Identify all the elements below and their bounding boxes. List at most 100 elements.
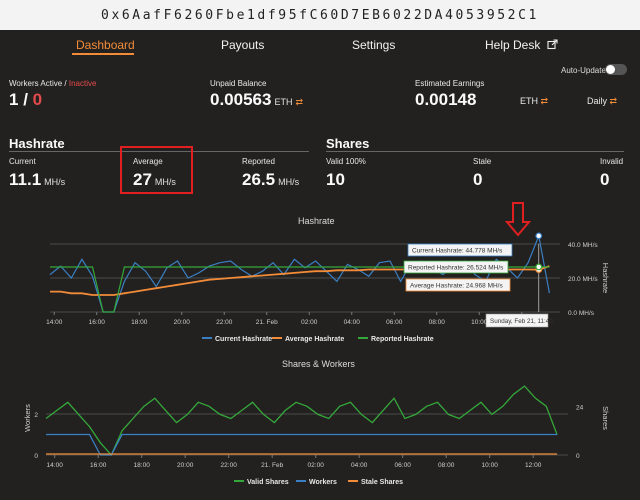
shares-y-tick: 0 xyxy=(576,453,580,460)
hashrate-y-tick: 20.0 MH/s xyxy=(568,276,598,283)
hashrate-legend-label: Reported Hashrate xyxy=(371,336,434,343)
main-nav: Dashboard Payouts Settings Help Desk xyxy=(0,34,640,56)
hashrate-tooltip-marker xyxy=(535,232,543,240)
shares-x-tick: 18:00 xyxy=(134,462,151,469)
shares-x-tick: 20:00 xyxy=(177,462,194,469)
workers-line xyxy=(46,433,558,456)
hashrate-chart[interactable]: 0.0 MH/s 20.0 MH/s 40.0 MH/s Hashrate 14:00 1… xyxy=(0,202,640,350)
hashrate-tooltip-text: Reported Hashrate: 26.524 MH/s xyxy=(408,265,504,272)
earnings-period-switch[interactable]: Daily ⇄ xyxy=(587,96,617,107)
hashrate-reported-value: 26.5 MH/s xyxy=(242,170,299,190)
earnings-unit: ETH xyxy=(520,96,538,106)
shares-legend-label: Stale Shares xyxy=(361,479,403,486)
tab-settings[interactable]: Settings xyxy=(352,38,395,52)
tab-helpdesk[interactable]: Help Desk xyxy=(485,38,558,52)
shares-x-tick: 06:00 xyxy=(395,462,412,469)
hashrate-tooltip-marker xyxy=(535,263,543,271)
hashrate-current-number: 11.1 xyxy=(9,170,42,189)
shares-divider xyxy=(326,151,624,152)
shares-x-tick: 08:00 xyxy=(438,462,455,469)
shares-x-tick: 04:00 xyxy=(351,462,368,469)
unpaid-swap-icon[interactable]: ⇄ xyxy=(295,97,303,107)
shares-x-tick: 14:00 xyxy=(47,462,64,469)
hashrate-x-tick: 02:00 xyxy=(301,319,318,326)
hashrate-x-tick: 10:00 xyxy=(471,319,488,326)
unpaid-balance-value: 0.00563 ETH ⇄ xyxy=(210,90,303,110)
hashrate-x-tick: 06:00 xyxy=(386,319,403,326)
average-highlight-box xyxy=(120,146,193,194)
earnings-period-swap-icon: ⇄ xyxy=(609,96,618,106)
hashrate-reported-unit: MH/s xyxy=(278,177,300,187)
shares-invalid-value: 0 xyxy=(600,170,610,189)
workers-inactive-count: 0 xyxy=(32,90,43,109)
hashrate-current-value: 11.1 MH/s xyxy=(9,170,65,190)
hashrate-y-tick: 0.0 MH/s xyxy=(568,310,595,317)
shares-legend-label: Workers xyxy=(309,479,337,486)
hashrate-tooltip-text: Current Hashrate: 44.778 MH/s xyxy=(412,248,503,255)
unpaid-balance-unit: ETH xyxy=(274,97,293,107)
earnings-period: Daily xyxy=(587,96,608,106)
hashrate-section-title: Hashrate xyxy=(9,136,65,151)
estimated-earnings-value: 0.00148 xyxy=(415,90,477,109)
hashrate-x-tick: 16:00 xyxy=(89,319,106,326)
unpaid-balance-label: Unpaid Balance xyxy=(210,79,267,88)
hashrate-x-tick: 20:00 xyxy=(174,319,191,326)
hashrate-x-tick: 08:00 xyxy=(429,319,446,326)
shares-valid-value: 10 xyxy=(326,170,345,189)
red-arrow-icon xyxy=(504,202,532,237)
shares-y-axis-label: Shares xyxy=(601,406,610,430)
shares-workers-chart[interactable]: 0 2 0 24 Workers Shares 14:00 16:00 18:00 20:00 22… xyxy=(0,370,640,500)
hashrate-x-tick: 18:00 xyxy=(131,319,148,326)
unpaid-balance-amount: 0.00563 xyxy=(210,90,272,109)
earnings-unit-swap-icon: ⇄ xyxy=(540,96,549,106)
hashrate-x-tick: 04:00 xyxy=(344,319,361,326)
shares-x-tick: 21. Feb xyxy=(261,462,283,469)
hashrate-x-tick: 14:00 xyxy=(46,319,63,326)
shares-invalid-label: Invalid xyxy=(600,157,624,166)
hashrate-x-tick: 21. Feb xyxy=(256,319,278,326)
hashrate-legend-label: Average Hashrate xyxy=(285,336,344,343)
active-tab-underline xyxy=(72,53,134,55)
shares-legend-label: Valid Shares xyxy=(247,479,289,486)
hashrate-tooltip-date: Sunday, Feb 21, 11:40 xyxy=(490,318,553,325)
shares-x-tick: 02:00 xyxy=(308,462,325,469)
hashrate-chart-title: Hashrate xyxy=(298,216,335,226)
shares-valid-label: Valid 100% xyxy=(326,157,366,166)
estimated-earnings-label: Estimated Earnings xyxy=(415,79,485,88)
hashrate-x-tick: 22:00 xyxy=(216,319,233,326)
shares-x-tick: 12:00 xyxy=(525,462,542,469)
hashrate-y-axis-label: Hashrate xyxy=(601,263,610,293)
wallet-address-bar: 0x6AafF6260Fbe1df95fC60D7EB6022DA4053952… xyxy=(0,0,640,30)
hashrate-tooltip-text: Average Hashrate: 24.968 MH/s xyxy=(410,283,503,290)
hashrate-legend-label: Current Hashrate xyxy=(215,336,272,343)
auto-update-toggle[interactable] xyxy=(605,64,627,75)
workers-y-tick: 2 xyxy=(34,412,38,419)
shares-section-title: Shares xyxy=(326,136,370,151)
shares-x-tick: 16:00 xyxy=(90,462,107,469)
hashrate-reported-number: 26.5 xyxy=(242,170,276,189)
external-link-icon xyxy=(547,39,558,50)
workers-active-label: Workers Active / xyxy=(9,79,69,88)
workers-label: Workers Active / Inactive xyxy=(9,79,96,88)
hashrate-reported-label: Reported xyxy=(242,157,275,166)
earnings-unit-switch[interactable]: ETH ⇄ xyxy=(520,96,548,107)
shares-stale-value: 0 xyxy=(473,170,483,189)
hashrate-current-unit: MH/s xyxy=(44,177,66,187)
hashrate-y-tick: 40.0 MH/s xyxy=(568,242,598,249)
shares-y-tick: 24 xyxy=(576,404,584,411)
shares-chart-title: Shares & Workers xyxy=(282,359,355,369)
shares-x-tick: 22:00 xyxy=(221,462,238,469)
workers-y-axis-label: Workers xyxy=(23,404,32,432)
workers-inactive-label: Inactive xyxy=(68,79,97,88)
shares-x-tick: 10:00 xyxy=(482,462,499,469)
wallet-address: 0x6AafF6260Fbe1df95fC60D7EB6022DA4053952… xyxy=(101,7,539,23)
helpdesk-label: Help Desk xyxy=(485,38,541,52)
workers-value: 1 / 0 xyxy=(9,90,42,110)
hashrate-current-label: Current xyxy=(9,157,36,166)
shares-stale-label: Stale xyxy=(473,157,492,166)
valid-shares-line xyxy=(45,385,558,457)
auto-update-label: Auto-Update xyxy=(561,66,606,75)
tab-dashboard[interactable]: Dashboard xyxy=(76,38,135,52)
tab-payouts[interactable]: Payouts xyxy=(221,38,264,52)
workers-y-tick: 0 xyxy=(34,453,38,460)
